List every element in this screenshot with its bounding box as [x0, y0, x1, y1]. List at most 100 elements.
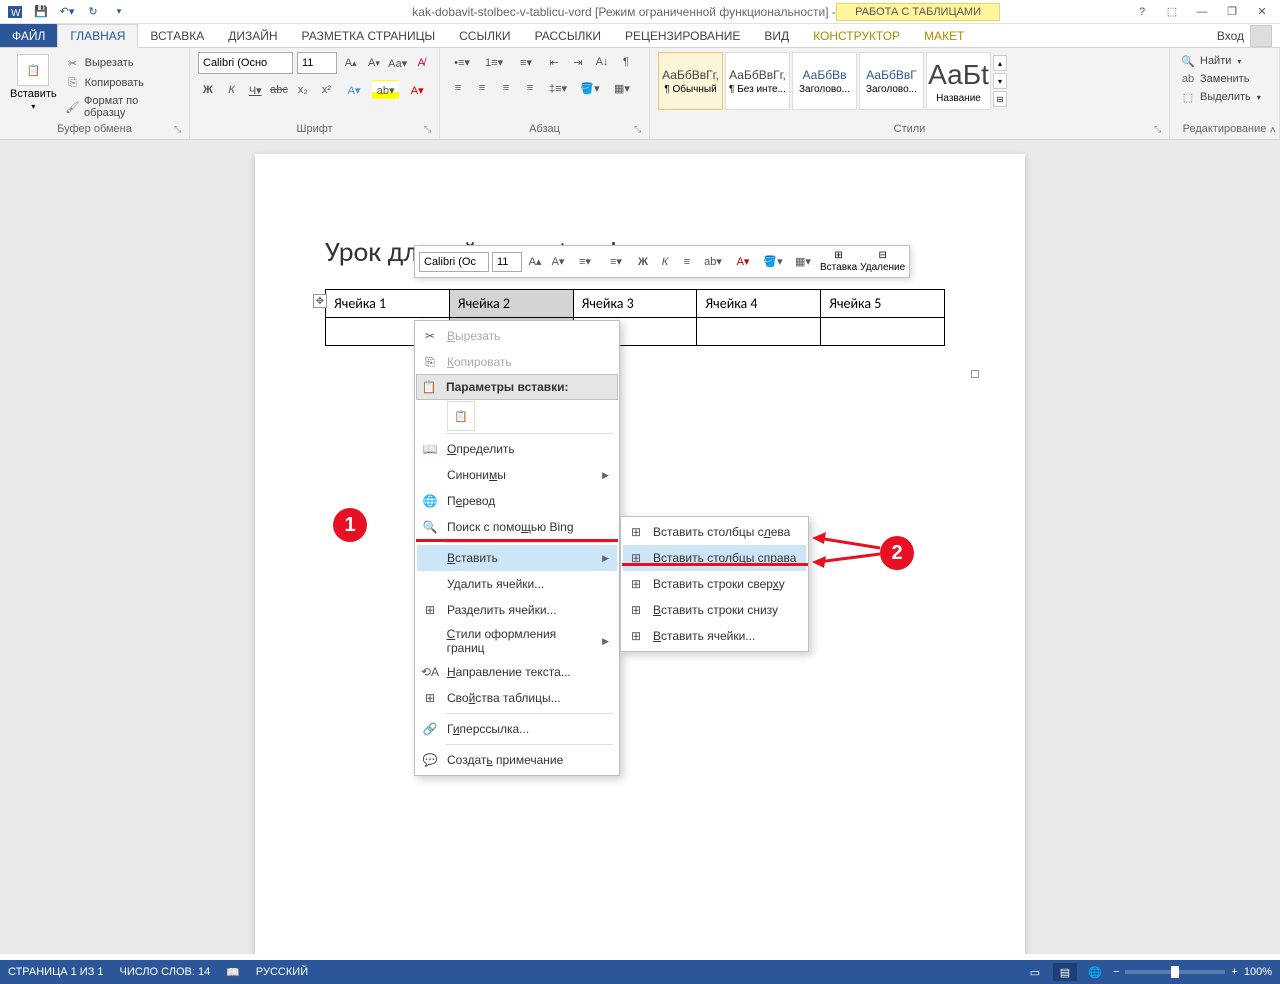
status-words[interactable]: ЧИСЛО СЛОВ: 14 [120, 966, 211, 978]
align-right-button[interactable]: ≡ [496, 78, 516, 98]
style-normal[interactable]: АаБбВвГг,¶ Обычный [658, 52, 723, 110]
status-language[interactable]: РУССКИЙ [256, 966, 308, 978]
change-case-button[interactable]: Aa▾ [388, 53, 408, 73]
tab-file[interactable]: ФАЙЛ [0, 24, 57, 47]
tab-references[interactable]: ССЫЛКИ [447, 24, 522, 47]
ctx-bing-search[interactable]: 🔍Поиск с помощью Bing [417, 514, 617, 540]
mini-borders[interactable]: ▦▾ [789, 252, 817, 272]
login-link[interactable]: Вход [1217, 29, 1244, 43]
help-icon[interactable]: ? [1130, 2, 1154, 22]
ctx-define[interactable]: 📖Определить [417, 436, 617, 462]
tab-insert[interactable]: ВСТАВКА [138, 24, 216, 47]
ribbon-display-icon[interactable]: ⬚ [1160, 2, 1184, 22]
mini-insert[interactable]: ⊞Вставка [820, 250, 857, 273]
grow-font-button[interactable]: A▴ [341, 53, 360, 73]
decrease-indent-button[interactable]: ⇤ [544, 52, 564, 72]
mini-align[interactable]: ≡ [677, 252, 697, 272]
mini-list[interactable]: ≡▾ [602, 252, 630, 272]
status-proofing-icon[interactable]: 📖 [226, 966, 240, 979]
align-center-button[interactable]: ≡ [472, 78, 492, 98]
sub-insert-cols-right[interactable]: ⊞Вставить столбцы справа [623, 545, 806, 571]
font-name-select[interactable] [198, 52, 293, 74]
font-size-select[interactable] [297, 52, 337, 74]
mini-color[interactable]: A▾ [729, 252, 757, 272]
ctx-new-comment[interactable]: 💬Создать примечание [417, 747, 617, 773]
paragraph-launcher[interactable]: ⤡ [634, 124, 646, 136]
tab-review[interactable]: РЕЦЕНЗИРОВАНИЕ [613, 24, 752, 47]
paste-button[interactable]: 📋 Вставить ▾ [8, 52, 59, 120]
borders-button[interactable]: ▦▾ [608, 78, 636, 98]
ctx-cut[interactable]: ✂Вырезать [417, 323, 617, 349]
tab-table-design[interactable]: КОНСТРУКТОР [801, 24, 912, 47]
table-cell[interactable]: Ячейка 1 [326, 290, 450, 318]
replace-button[interactable]: abЗаменить [1178, 70, 1271, 88]
style-title[interactable]: АаБtНазвание [926, 52, 991, 110]
table-resize-handle[interactable] [971, 370, 979, 378]
font-launcher[interactable]: ⤡ [424, 124, 436, 136]
copy-button[interactable]: ⎘Копировать [63, 74, 181, 92]
shrink-font-button[interactable]: A▾ [364, 53, 383, 73]
ctx-insert[interactable]: Вставить▶ [417, 545, 617, 571]
bullets-button[interactable]: •≡▾ [448, 52, 476, 72]
mini-shrink-font[interactable]: A▾ [548, 252, 568, 272]
minimize-icon[interactable]: — [1190, 2, 1214, 22]
zoom-slider[interactable] [1125, 970, 1225, 974]
mini-styles[interactable]: ≡▾ [571, 252, 599, 272]
tab-view[interactable]: ВИД [752, 24, 801, 47]
table-cell[interactable]: Ячейка 4 [697, 290, 821, 318]
avatar[interactable] [1250, 25, 1272, 47]
font-color-button[interactable]: A▾ [403, 80, 431, 100]
qat-customize-icon[interactable]: ▾ [110, 3, 128, 21]
numbering-button[interactable]: 1≡▾ [480, 52, 508, 72]
style-scroll[interactable]: ▴▾⊟ [993, 55, 1007, 107]
style-heading1[interactable]: АаБбВвЗаголово... [792, 52, 857, 110]
find-button[interactable]: 🔍Найти▾ [1178, 52, 1271, 70]
strike-button[interactable]: abc [269, 80, 289, 100]
mini-highlight[interactable]: ab▾ [699, 252, 727, 272]
mini-shading[interactable]: 🪣▾ [759, 252, 787, 272]
mini-bold[interactable]: Ж [633, 252, 653, 272]
table-cell[interactable]: Ячейка 3 [573, 290, 697, 318]
clear-format-button[interactable]: A̸ [412, 53, 431, 73]
subscript-button[interactable]: x₂ [293, 80, 313, 100]
ctx-split-cells[interactable]: ⊞Разделить ячейки... [417, 597, 617, 623]
mini-delete[interactable]: ⊟Удаление [860, 250, 905, 273]
text-effects-button[interactable]: A▾ [340, 80, 368, 100]
table-cell-selected[interactable]: Ячейка 2 [449, 290, 573, 318]
view-print-layout[interactable]: ▤ [1053, 963, 1077, 981]
sub-insert-rows-above[interactable]: ⊞Вставить строки сверху [623, 571, 806, 597]
zoom-in-button[interactable]: + [1231, 966, 1237, 978]
view-read-mode[interactable]: ▭ [1023, 963, 1047, 981]
status-page[interactable]: СТРАНИЦА 1 ИЗ 1 [8, 966, 104, 978]
align-left-button[interactable]: ≡ [448, 78, 468, 98]
line-spacing-button[interactable]: ‡≡▾ [544, 78, 572, 98]
undo-icon[interactable]: ↶▾ [58, 3, 76, 21]
select-button[interactable]: ⬚Выделить▾ [1178, 88, 1271, 106]
italic-button[interactable]: К [222, 80, 242, 100]
clipboard-launcher[interactable]: ⤡ [174, 124, 186, 136]
cut-button[interactable]: ✂Вырезать [63, 54, 181, 72]
sort-button[interactable]: A↓ [592, 52, 612, 72]
tab-page-layout[interactable]: РАЗМЕТКА СТРАНИЦЫ [290, 24, 448, 47]
style-no-spacing[interactable]: АаБбВвГг,¶ Без инте... [725, 52, 790, 110]
mini-font-select[interactable] [419, 252, 489, 272]
paste-keep-format[interactable]: 📋 [447, 401, 475, 431]
ctx-delete-cells[interactable]: Удалить ячейки... [417, 571, 617, 597]
increase-indent-button[interactable]: ⇥ [568, 52, 588, 72]
tab-home[interactable]: ГЛАВНАЯ [57, 24, 138, 48]
mini-size-select[interactable] [492, 252, 522, 272]
view-web-layout[interactable]: 🌐 [1083, 963, 1107, 981]
justify-button[interactable]: ≡ [520, 78, 540, 98]
ctx-text-direction[interactable]: ⟲AНаправление текста... [417, 659, 617, 685]
mini-italic[interactable]: К [655, 252, 675, 272]
sub-insert-cols-left[interactable]: ⊞Вставить столбцы слева [623, 519, 806, 545]
table-cell[interactable]: Ячейка 5 [821, 290, 945, 318]
redo-icon[interactable]: ↻ [84, 3, 102, 21]
ctx-synonyms[interactable]: Синонимы▶ [417, 462, 617, 488]
tab-mailings[interactable]: РАССЫЛКИ [523, 24, 613, 47]
tab-design[interactable]: ДИЗАЙН [216, 24, 289, 47]
save-icon[interactable]: 💾 [32, 3, 50, 21]
sub-insert-rows-below[interactable]: ⊞Вставить строки снизу [623, 597, 806, 623]
format-painter-button[interactable]: 🖌Формат по образцу [63, 94, 181, 120]
zoom-level[interactable]: 100% [1244, 966, 1272, 978]
